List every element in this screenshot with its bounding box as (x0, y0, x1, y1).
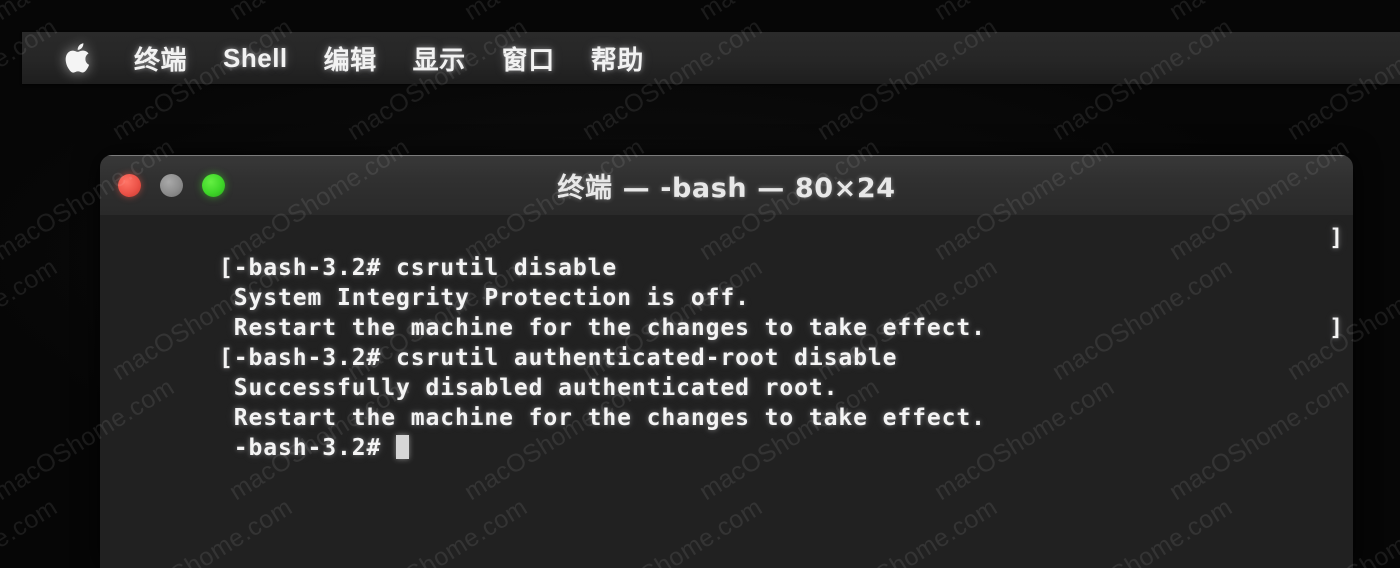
terminal-prompt-line: -bash-3.2# (100, 403, 1353, 461)
terminal-line: System Integrity Protection is off. (100, 253, 1353, 311)
traffic-light-group (118, 174, 225, 197)
apple-logo-icon[interactable] (64, 40, 94, 76)
terminal-line: Successfully disabled authenticated root… (100, 343, 1353, 401)
terminal-line: [-bash-3.2# csrutil disable] (100, 223, 1353, 281)
minimize-button[interactable] (160, 174, 183, 197)
terminal-output-area[interactable]: [-bash-3.2# csrutil disable] System Inte… (100, 215, 1353, 568)
zoom-button[interactable] (202, 174, 225, 197)
menu-item-help[interactable]: 帮助 (591, 40, 644, 77)
watermark-text: macOShome.com (694, 0, 885, 27)
menu-item-shell[interactable]: Shell (223, 43, 288, 74)
watermark-text: macOShome.com (929, 0, 1120, 27)
watermark-text: macOShome.com (1164, 0, 1355, 27)
desktop-screen: 终端 Shell 编辑 显示 窗口 帮助 终端 — -bash — 80×24 … (0, 0, 1400, 568)
close-button[interactable] (118, 174, 141, 197)
menu-item-window[interactable]: 窗口 (502, 40, 555, 77)
terminal-line: Restart the machine for the changes to t… (100, 373, 1353, 431)
terminal-line-text: -bash-3.2# (218, 435, 396, 461)
watermark-text: macOShome.com (0, 252, 63, 386)
terminal-line: [-bash-3.2# csrutil authenticated-root d… (100, 313, 1353, 371)
menu-item-edit[interactable]: 编辑 (324, 40, 377, 77)
watermark-text: macOShome.com (0, 492, 63, 568)
terminal-line-trailing-bracket: ] (1329, 225, 1344, 251)
terminal-line-trailing-bracket: ] (1329, 315, 1344, 341)
watermark-text: macOShome.com (459, 0, 650, 27)
terminal-line: Restart the machine for the changes to t… (100, 283, 1353, 341)
menu-item-view[interactable]: 显示 (413, 40, 466, 77)
menu-bar: 终端 Shell 编辑 显示 窗口 帮助 (22, 32, 1400, 84)
menu-item-terminal[interactable]: 终端 (134, 40, 187, 77)
watermark-text: macOShome.com (0, 0, 180, 27)
watermark-text: macOShome.com (224, 0, 415, 27)
terminal-window: 终端 — -bash — 80×24 [-bash-3.2# csrutil d… (100, 155, 1353, 568)
window-title: 终端 — -bash — 80×24 (557, 173, 896, 204)
terminal-cursor (395, 435, 409, 459)
window-titlebar[interactable]: 终端 — -bash — 80×24 (100, 155, 1353, 215)
